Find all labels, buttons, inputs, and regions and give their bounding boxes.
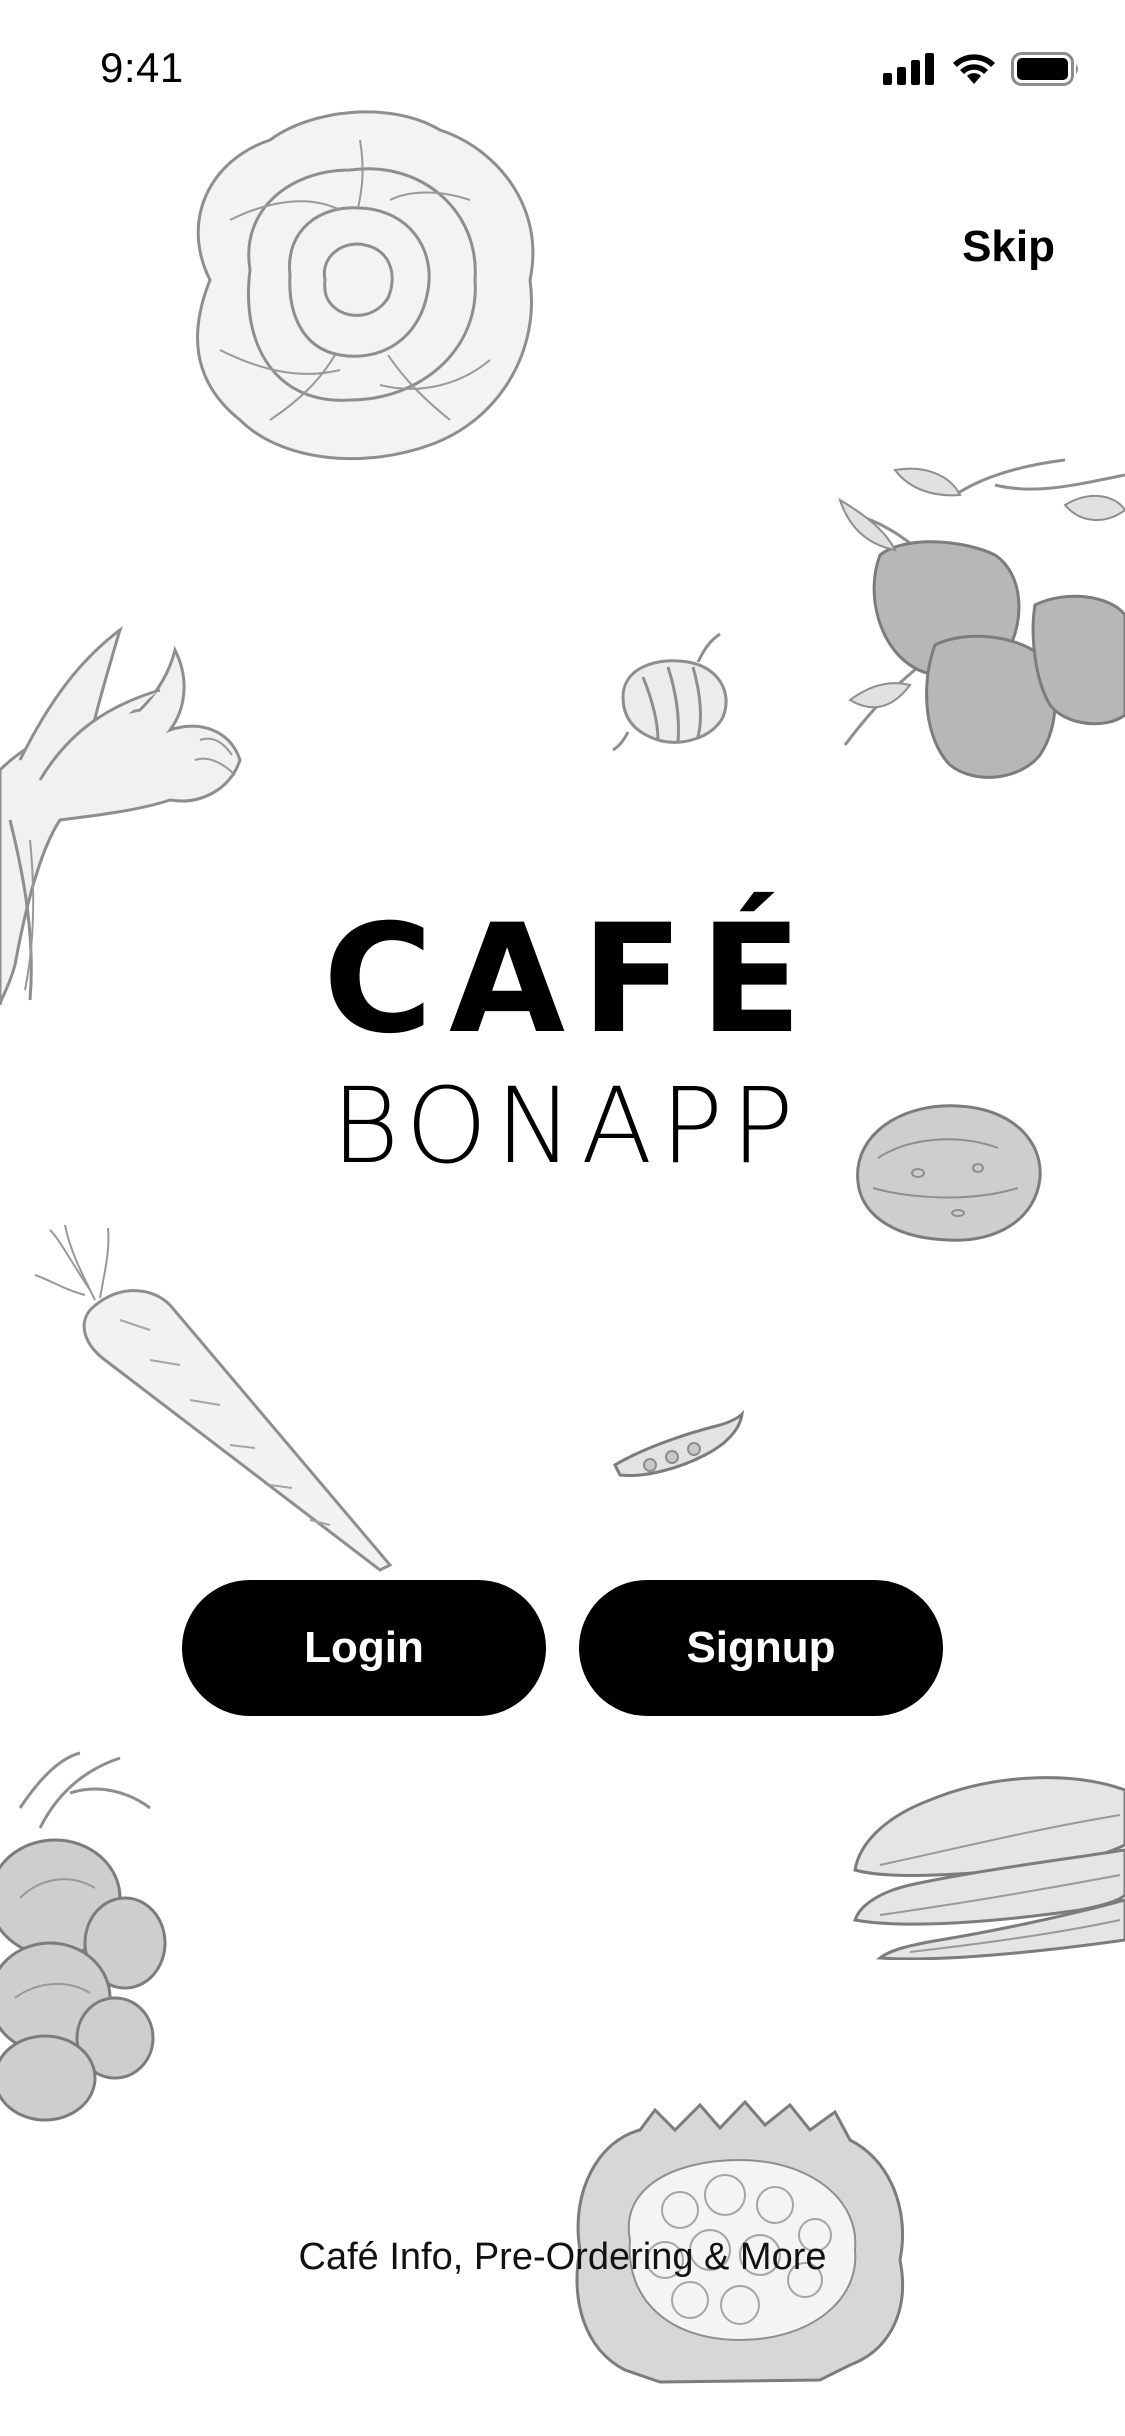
login-button[interactable]: Login bbox=[182, 1580, 546, 1716]
skip-button[interactable]: Skip bbox=[962, 222, 1055, 272]
status-bar: 9:41 bbox=[0, 0, 1125, 140]
wifi-icon bbox=[953, 54, 995, 84]
cellular-signal-icon bbox=[883, 53, 934, 85]
tomatoes-illustration bbox=[0, 1748, 170, 2123]
status-icons bbox=[883, 52, 1081, 86]
app-logo: CAFÉ BONAPP bbox=[0, 900, 1125, 1186]
carrot-illustration bbox=[30, 1220, 410, 1580]
signup-button[interactable]: Signup bbox=[579, 1580, 943, 1716]
battery-icon bbox=[1011, 52, 1078, 86]
logo-title: CAFÉ bbox=[322, 893, 819, 1067]
status-time: 9:41 bbox=[100, 44, 184, 91]
bell-peppers-illustration bbox=[835, 455, 1125, 810]
tagline: Café Info, Pre-Ordering & More bbox=[298, 2236, 827, 2278]
pea-pod-illustration bbox=[610, 1410, 745, 1485]
logo-subtitle: BONAPP bbox=[331, 1065, 802, 1187]
bok-choy-illustration bbox=[850, 1770, 1125, 1960]
onion-illustration bbox=[608, 632, 743, 757]
lettuce-illustration bbox=[170, 100, 550, 465]
